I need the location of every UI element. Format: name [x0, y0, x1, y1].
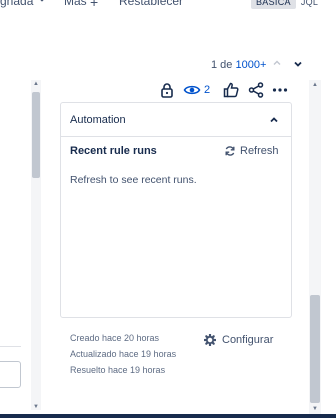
reset-filters-button[interactable]: Restablecer [119, 0, 183, 8]
automation-title: Automation [70, 114, 126, 126]
configure-label: Configurar [222, 334, 274, 346]
pager-prefix: 1 de [211, 59, 233, 71]
refresh-button[interactable]: Refresh [224, 143, 279, 159]
recent-runs-empty-text: Refresh to see recent runs. [70, 174, 197, 186]
filter-toolbar: gnada Más + Restablecer BÁSICA JQL [0, 0, 336, 14]
refresh-label: Refresh [240, 145, 279, 157]
chevron-down-icon[interactable] [36, 0, 48, 5]
chevron-down-icon[interactable] [292, 58, 304, 70]
refresh-icon [225, 146, 235, 156]
lock-icon[interactable] [158, 81, 176, 99]
more-icon[interactable] [271, 81, 289, 99]
scroll-up-icon[interactable]: ▲ [33, 81, 39, 87]
plus-icon[interactable]: + [90, 0, 98, 10]
updated-timestamp: Actualizado hace 19 horas [70, 349, 177, 359]
left-panel-input[interactable] [0, 361, 21, 388]
issue-actions: 2 [158, 81, 298, 101]
search-mode-toggle: BÁSICA JQL [251, 0, 323, 9]
chevron-up-icon[interactable] [271, 57, 283, 69]
assignee-filter-label[interactable]: gnada [0, 0, 33, 8]
more-filters-button[interactable]: Más [64, 0, 87, 8]
basic-mode-button[interactable]: BÁSICA [251, 0, 296, 9]
jql-mode-button[interactable]: JQL [296, 0, 323, 9]
automation-header[interactable]: Automation [61, 103, 291, 137]
watch-count[interactable]: 2 [204, 84, 210, 96]
chevron-up-icon[interactable] [268, 114, 280, 126]
bottom-edge [0, 414, 336, 418]
created-timestamp: Creado hace 20 horas [70, 333, 160, 343]
gear-icon [204, 334, 216, 346]
scroll-up-icon[interactable]: ▲ [312, 82, 318, 88]
recent-runs-title: Recent rule runs [70, 145, 157, 157]
share-icon[interactable] [247, 81, 265, 99]
issue-pager: 1 de 1000+ [211, 59, 266, 71]
scroll-down-icon[interactable]: ▼ [312, 406, 318, 412]
left-scrollbar-thumb[interactable] [32, 92, 40, 178]
divider [0, 346, 21, 347]
automation-panel: Automation Recent rule runs Refresh Refr… [60, 102, 292, 318]
thumbs-up-icon[interactable] [222, 81, 240, 99]
pager-total-link[interactable]: 1000+ [235, 59, 266, 71]
resolved-timestamp: Resuelto hace 19 horas [70, 365, 166, 375]
scroll-down-icon[interactable]: ▼ [33, 404, 39, 410]
eye-icon[interactable] [183, 81, 201, 99]
right-scrollbar-thumb[interactable] [310, 295, 320, 403]
configure-button[interactable]: Configurar [204, 332, 273, 348]
